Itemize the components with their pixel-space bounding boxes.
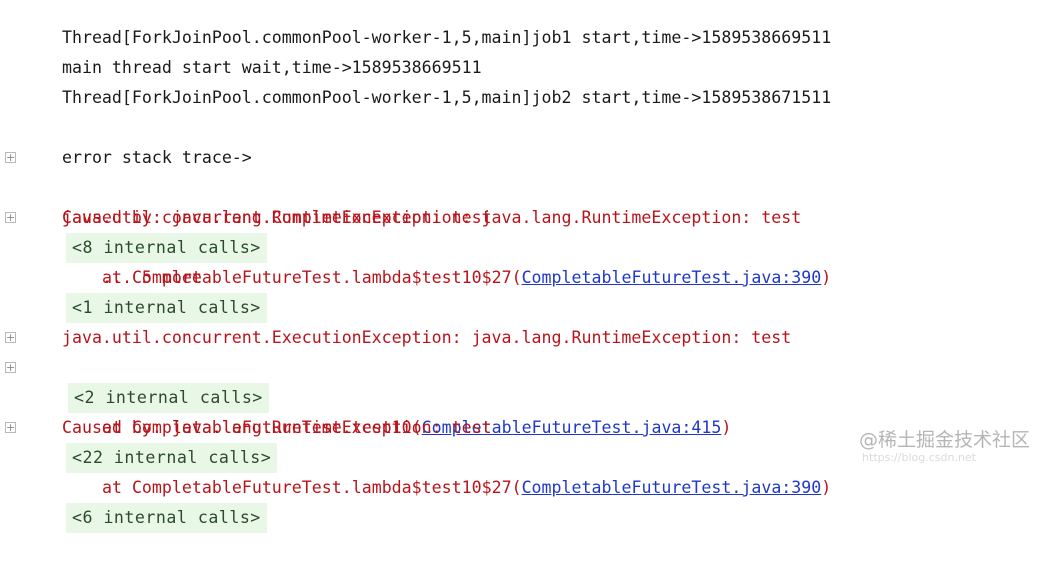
expand-fold-icon[interactable]: +: [5, 332, 16, 343]
expand-fold-icon[interactable]: +: [5, 422, 16, 433]
exception-line: + java.util.concurrent.CompletionExcepti…: [0, 143, 1042, 263]
exception-line: java.util.concurrent.ExecutionException:…: [0, 293, 1042, 347]
expand-fold-icon[interactable]: +: [5, 152, 16, 163]
console-empty-line: [0, 83, 1042, 113]
caused-by-line: Caused by: java.lang.RuntimeException: t…: [0, 173, 1042, 227]
console-output: Thread[ForkJoinPool.commonPool-worker-1,…: [0, 0, 1042, 533]
internal-calls-toggle[interactable]: <6 internal calls>: [65, 503, 267, 533]
more-frames-line: ... 5 more: [0, 233, 1042, 287]
expand-fold-icon[interactable]: +: [5, 212, 16, 223]
source-link[interactable]: CompletableFutureTest.java:390: [522, 478, 822, 497]
stack-frame-line: + at CompletableFutureTest.lambda$test10…: [0, 203, 1042, 323]
stack-frame-line: + at CompletableFutureTest.test10(Comple…: [0, 353, 1042, 473]
console-line: main thread start wait,time->15895386695…: [0, 23, 1042, 77]
internal-calls-toggle[interactable]: <22 internal calls>: [65, 443, 278, 473]
console-line: error stack trace->: [0, 113, 1042, 167]
internal-calls-line: + <2 internal calls>: [0, 323, 1042, 413]
console-line: Thread[ForkJoinPool.commonPool-worker-1,…: [0, 53, 1042, 107]
expand-fold-icon[interactable]: +: [5, 362, 16, 373]
caused-by-line: Caused by: java.lang.RuntimeException: t…: [0, 383, 1042, 437]
stack-frame-text: at CompletableFutureTest.lambda$test10$2…: [101, 478, 522, 497]
stack-frame-suffix: ): [821, 478, 832, 497]
watermark-url: https://blog.csdn.net: [862, 451, 976, 464]
console-line: Thread[ForkJoinPool.commonPool-worker-1,…: [0, 0, 1042, 47]
watermark-text: @稀土掘金技术社区: [858, 429, 1030, 451]
console-empty-line: [0, 263, 1042, 293]
